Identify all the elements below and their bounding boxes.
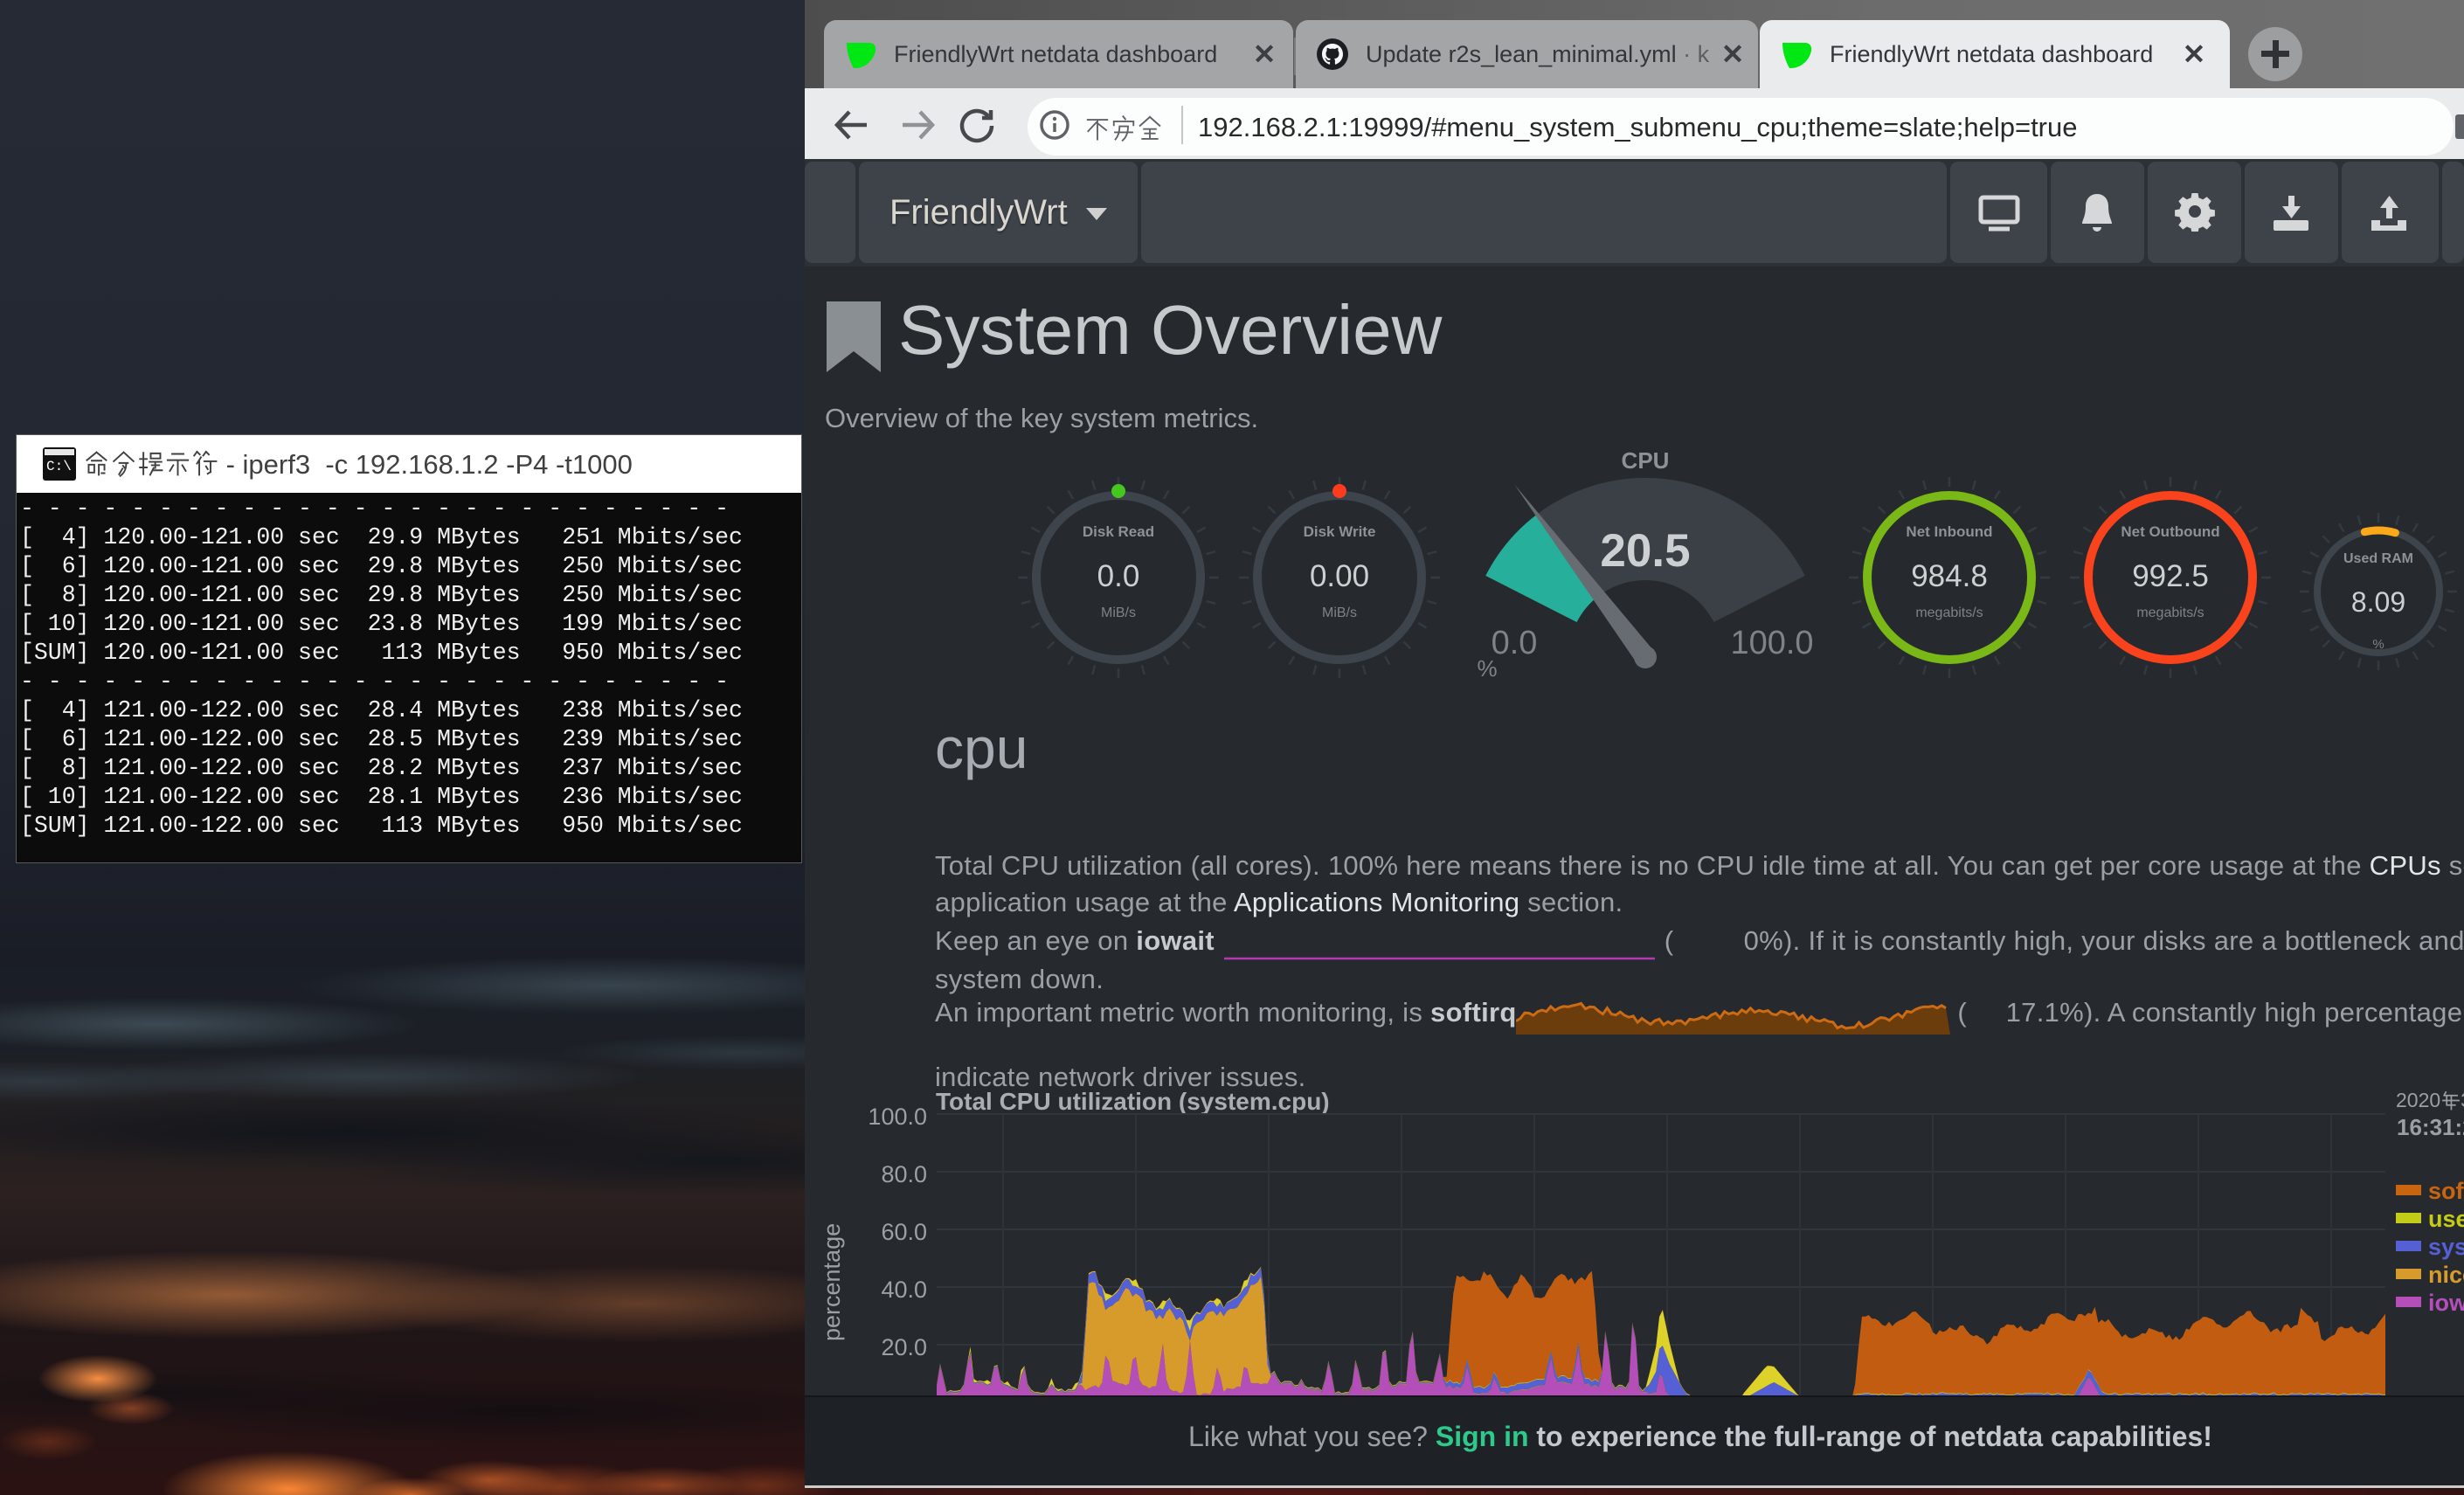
svg-text:C:\: C:\ — [46, 459, 72, 474]
